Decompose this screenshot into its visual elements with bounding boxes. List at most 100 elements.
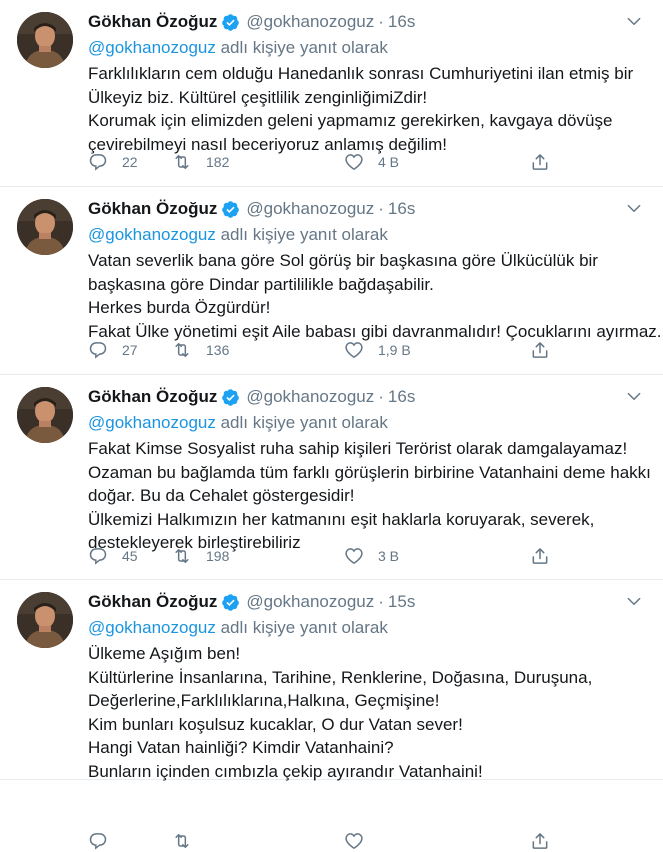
reply-context: @gokhanozoguz adlı kişiye yanıt olarak bbox=[88, 413, 388, 433]
share-icon bbox=[532, 833, 548, 849]
share-button[interactable] bbox=[530, 830, 550, 852]
share-icon bbox=[532, 342, 548, 358]
retweet-button[interactable] bbox=[172, 830, 206, 852]
reply-context-label: adlı kişiye yanıt olarak bbox=[220, 38, 388, 57]
like-button[interactable]: 3 B bbox=[344, 545, 399, 567]
tweet-text-line: Ülkeyiz biz. Kültürel çeşitlilik zenginl… bbox=[88, 87, 428, 107]
verified-badge-icon bbox=[222, 200, 240, 218]
reply-context: @gokhanozoguz adlı kişiye yanıt olarak bbox=[88, 618, 388, 638]
tweet-text: Vatan severlik bana göre Sol görüş bir b… bbox=[88, 249, 662, 343]
like-button[interactable] bbox=[344, 830, 378, 852]
avatar[interactable] bbox=[17, 12, 73, 68]
reply-count: 45 bbox=[122, 548, 138, 564]
reply-button[interactable]: 22 bbox=[88, 151, 138, 173]
verified-badge-icon bbox=[222, 13, 240, 31]
separator-dot: · bbox=[378, 592, 384, 611]
retweet-icon bbox=[175, 155, 189, 169]
tweet-actions: 45 198 3 B bbox=[88, 545, 558, 567]
reply-context-label: adlı kişiye yanıt olarak bbox=[220, 618, 388, 637]
timestamp[interactable]: 15s bbox=[388, 592, 415, 612]
author-handle[interactable]: @gokhanozoguz bbox=[246, 592, 374, 612]
reply-icon bbox=[89, 833, 107, 850]
retweet-icon bbox=[175, 343, 189, 357]
reply-icon bbox=[89, 342, 107, 359]
reply-icon bbox=[89, 154, 107, 171]
tweet[interactable]: Gökhan Özoğuz @gokhanozoguz · 16s @gokha… bbox=[0, 187, 663, 375]
share-button[interactable] bbox=[530, 151, 550, 173]
tweet[interactable]: Gökhan Özoğuz @gokhanozoguz · 16s @gokha… bbox=[0, 0, 663, 187]
tweet-text-line: Ozaman bu bağlamda tüm farklı görüşlerin… bbox=[88, 462, 651, 482]
separator-dot: · bbox=[378, 387, 384, 406]
reply-mention-link[interactable]: @gokhanozoguz bbox=[88, 618, 216, 637]
reply-mention-link[interactable]: @gokhanozoguz bbox=[88, 225, 216, 244]
tweet-text-line: başkasına göre Dindar partililikle bağda… bbox=[88, 274, 434, 294]
separator-dot: · bbox=[378, 12, 384, 31]
like-button[interactable]: 1,9 B bbox=[344, 339, 411, 361]
author-handle[interactable]: @gokhanozoguz bbox=[246, 199, 374, 219]
tweet-actions bbox=[88, 830, 558, 852]
reply-context-label: adlı kişiye yanıt olarak bbox=[220, 225, 388, 244]
retweet-icon bbox=[175, 834, 189, 848]
timestamp[interactable]: 16s bbox=[388, 199, 415, 219]
caret-down-icon[interactable] bbox=[625, 199, 643, 217]
verified-badge-icon bbox=[222, 593, 240, 611]
reply-button[interactable]: 27 bbox=[88, 339, 138, 361]
reply-mention-link[interactable]: @gokhanozoguz bbox=[88, 38, 216, 57]
reply-button[interactable] bbox=[88, 830, 122, 852]
author-name[interactable]: Gökhan Özoğuz bbox=[88, 387, 217, 407]
author-name[interactable]: Gökhan Özoğuz bbox=[88, 12, 217, 32]
tweet-text-line: Kim bunları koşulsuz kucaklar, O dur Vat… bbox=[88, 714, 463, 734]
reply-button[interactable]: 45 bbox=[88, 545, 138, 567]
retweet-button[interactable]: 136 bbox=[172, 339, 229, 361]
tweet-text: Ülkeme Aşığım ben! Kültürlerine İnsanları… bbox=[88, 642, 653, 783]
share-icon bbox=[532, 548, 548, 564]
tweet-header: Gökhan Özoğuz @gokhanozoguz · 16s bbox=[88, 12, 415, 32]
reply-context: @gokhanozoguz adlı kişiye yanıt olarak bbox=[88, 38, 388, 58]
tweet-text-line: Korumak için elimizden geleni yapmamız g… bbox=[88, 111, 613, 130]
reply-context-label: adlı kişiye yanıt olarak bbox=[220, 413, 388, 432]
author-name[interactable]: Gökhan Özoğuz bbox=[88, 199, 217, 219]
tweet-text-line: Hangi Vatan hainliği? Kimdir Vatanhaini? bbox=[88, 738, 394, 757]
avatar[interactable] bbox=[17, 592, 73, 648]
like-icon bbox=[345, 833, 363, 849]
like-icon bbox=[345, 154, 363, 170]
timestamp[interactable]: 16s bbox=[388, 387, 415, 407]
timestamp[interactable]: 16s bbox=[388, 12, 415, 32]
tweet[interactable]: Gökhan Özoğuz @gokhanozoguz · 15s @gokha… bbox=[0, 580, 663, 850]
retweet-count: 136 bbox=[206, 342, 230, 358]
tweet-header: Gökhan Özoğuz @gokhanozoguz · 15s bbox=[88, 592, 415, 612]
author-name[interactable]: Gökhan Özoğuz bbox=[88, 592, 217, 612]
retweet-count: 198 bbox=[206, 548, 230, 564]
caret-down-icon[interactable] bbox=[625, 12, 643, 30]
verified-badge-icon bbox=[222, 388, 240, 406]
reply-mention-link[interactable]: @gokhanozoguz bbox=[88, 413, 216, 432]
separator-dot: · bbox=[378, 199, 384, 218]
retweet-icon bbox=[175, 549, 189, 563]
retweet-count: 182 bbox=[206, 154, 230, 170]
tweet-text-line: Bunların içinden cımbızla çekip ayırandı… bbox=[88, 761, 483, 781]
retweet-button[interactable]: 182 bbox=[172, 151, 229, 173]
retweet-button[interactable]: 198 bbox=[172, 545, 229, 567]
tweet-text-line: doğar. Bu da Cehalet göstergesidir! bbox=[88, 486, 355, 505]
tweet-actions: 27 136 1,9 B bbox=[88, 339, 558, 361]
caret-down-icon[interactable] bbox=[625, 387, 643, 405]
author-handle[interactable]: @gokhanozoguz bbox=[246, 12, 374, 32]
author-handle[interactable]: @gokhanozoguz bbox=[246, 387, 374, 407]
tweet-text-line: Değerlerine,Farklılıklarına,Halkına, Geç… bbox=[88, 691, 440, 710]
caret-down-icon[interactable] bbox=[625, 592, 643, 610]
share-button[interactable] bbox=[530, 339, 550, 361]
avatar[interactable] bbox=[17, 199, 73, 255]
tweet-text-line: Ülkeme Aşığım ben! bbox=[88, 644, 241, 663]
reply-count: 27 bbox=[122, 342, 138, 358]
share-button[interactable] bbox=[530, 545, 550, 567]
share-icon bbox=[532, 154, 548, 170]
tweet[interactable]: Gökhan Özoğuz @gokhanozoguz · 16s @gokha… bbox=[0, 375, 663, 580]
avatar[interactable] bbox=[17, 387, 73, 443]
tweet-header: Gökhan Özoğuz @gokhanozoguz · 16s bbox=[88, 199, 415, 219]
reply-context: @gokhanozoguz adlı kişiye yanıt olarak bbox=[88, 225, 388, 245]
like-button[interactable]: 4 B bbox=[344, 151, 399, 173]
tweet-text-line: Ülkemizi Halkımızın her katmanını eşit h… bbox=[88, 509, 595, 529]
tweet-actions: 22 182 4 B bbox=[88, 151, 558, 173]
like-icon bbox=[345, 548, 363, 564]
reply-icon bbox=[89, 548, 107, 565]
